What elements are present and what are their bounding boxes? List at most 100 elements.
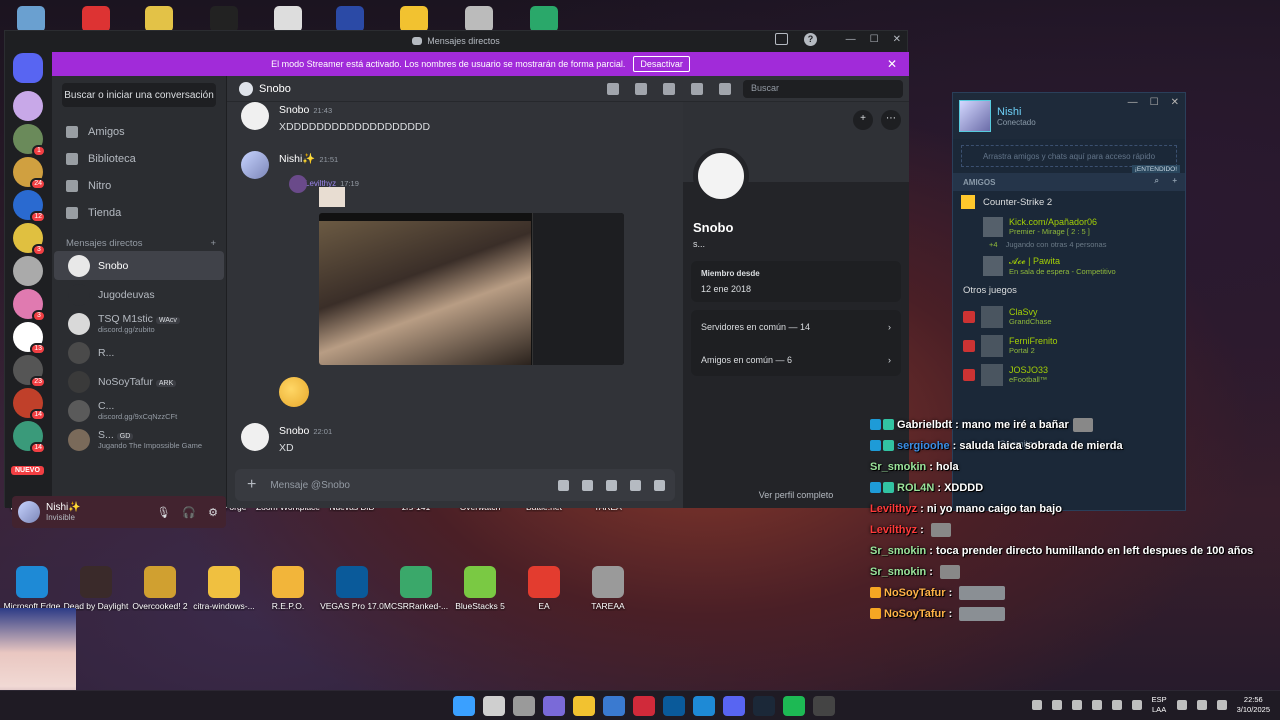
gif-icon[interactable] bbox=[582, 479, 593, 491]
avatar[interactable] bbox=[18, 501, 40, 523]
help-icon[interactable]: ? bbox=[804, 33, 817, 46]
dm-item[interactable]: Jugodeuvas bbox=[54, 280, 224, 309]
video-call-icon[interactable] bbox=[635, 83, 647, 95]
forwarded-image[interactable]: Levilthyz 17:19 bbox=[279, 173, 683, 365]
settings-gear-icon[interactable]: ⚙ bbox=[208, 506, 218, 519]
obs-icon[interactable] bbox=[813, 696, 835, 716]
search-icon[interactable] bbox=[483, 696, 505, 716]
message-composer[interactable]: + Mensaje @Snobo bbox=[235, 469, 675, 501]
deactivate-streamer-button[interactable]: Desactivar bbox=[633, 56, 690, 72]
dm-item[interactable]: S... GD Jugando The Impossible Game bbox=[54, 425, 224, 454]
app-icon-6[interactable] bbox=[400, 6, 428, 32]
add-friends-icon[interactable] bbox=[691, 83, 703, 95]
nav-nitro[interactable]: Nitro bbox=[60, 172, 218, 199]
server-icon[interactable]: 1 bbox=[13, 124, 46, 157]
file-explorer-icon[interactable] bbox=[573, 696, 595, 716]
server-icon[interactable] bbox=[13, 256, 43, 286]
app-icon-7[interactable] bbox=[465, 6, 493, 32]
app-icon-8[interactable] bbox=[530, 6, 558, 32]
pin-icon[interactable] bbox=[663, 83, 675, 95]
activity-icon[interactable] bbox=[654, 479, 665, 491]
dm-item[interactable]: Snobo bbox=[54, 251, 224, 280]
language-indicator[interactable]: ESP LAA bbox=[1152, 695, 1167, 715]
dm-item[interactable]: NoSoyTafur ARK bbox=[54, 367, 224, 396]
minimize-icon[interactable]: — bbox=[846, 34, 856, 45]
battery-icon[interactable] bbox=[1216, 700, 1227, 710]
profile-avatar[interactable] bbox=[693, 148, 749, 204]
app-icon-4[interactable] bbox=[274, 6, 302, 32]
clock[interactable]: 22:56 3/10/2025 bbox=[1237, 695, 1270, 715]
dm-item[interactable]: TSQ M1stic WAcv discord.gg/zubito bbox=[54, 309, 224, 338]
dm-item[interactable]: C... discord.gg/9xCqNzzCFt bbox=[54, 396, 224, 425]
chevron-up-icon[interactable] bbox=[1031, 700, 1042, 710]
mutual-friends-row[interactable]: Amigos en común — 6 › bbox=[691, 343, 901, 376]
server-icon[interactable]: 23 bbox=[13, 355, 46, 388]
microphone-icon[interactable]: 🎙 bbox=[156, 506, 170, 519]
inbox-icon[interactable] bbox=[775, 33, 788, 45]
maximize-icon[interactable]: ☐ bbox=[1150, 97, 1159, 108]
avatar[interactable] bbox=[241, 423, 269, 451]
vegas-icon[interactable] bbox=[663, 696, 685, 716]
steam-icon[interactable] bbox=[753, 696, 775, 716]
server-icon[interactable]: 14 bbox=[13, 421, 46, 454]
dm-item[interactable]: R... bbox=[54, 338, 224, 367]
desktop-shortcut[interactable]: TAREAA bbox=[568, 566, 648, 611]
server-icon[interactable]: 12 bbox=[13, 190, 46, 223]
store-icon[interactable] bbox=[603, 696, 625, 716]
discord-icon[interactable] bbox=[723, 696, 745, 716]
screenshot-image[interactable] bbox=[319, 213, 624, 365]
message-author[interactable]: Nishi✨ bbox=[279, 153, 315, 165]
steam-user-name[interactable]: Nishi bbox=[997, 106, 1036, 118]
new-badge[interactable]: NUEVO bbox=[11, 466, 44, 475]
server-icon[interactable]: 3 bbox=[13, 289, 46, 322]
copilot-icon[interactable] bbox=[543, 696, 565, 716]
attach-plus-icon[interactable]: + bbox=[247, 476, 256, 494]
message-author[interactable]: Snobo bbox=[279, 104, 309, 116]
nav-friends[interactable]: Amigos bbox=[60, 118, 218, 145]
emoji-icon[interactable] bbox=[630, 479, 641, 491]
profile-toggle-icon[interactable] bbox=[719, 83, 731, 95]
avatar[interactable] bbox=[241, 151, 269, 179]
avatar[interactable] bbox=[959, 100, 991, 132]
chat-search-input[interactable]: Buscar bbox=[743, 80, 903, 98]
discord-home-icon[interactable] bbox=[13, 53, 43, 83]
friend-row[interactable]: 𝓐𝓬𝓮 | Pawita En sala de espera - Competit… bbox=[953, 252, 1185, 279]
voice-call-icon[interactable] bbox=[607, 83, 619, 95]
app-icon-3[interactable] bbox=[210, 6, 238, 32]
mutual-servers-row[interactable]: Servidores en común — 14 › bbox=[691, 310, 901, 343]
opera-icon[interactable] bbox=[633, 696, 655, 716]
app-icon-5[interactable] bbox=[336, 6, 364, 32]
more-options-icon[interactable]: ⋯ bbox=[881, 110, 901, 130]
add-dm-icon[interactable]: + bbox=[210, 238, 216, 249]
message-input[interactable]: Mensaje @Snobo bbox=[270, 480, 350, 491]
app-icon-2[interactable] bbox=[145, 6, 173, 32]
tray-app-icon[interactable] bbox=[1111, 700, 1122, 710]
task-view-icon[interactable] bbox=[513, 696, 535, 716]
headphones-icon[interactable]: 🎧 bbox=[182, 506, 196, 519]
volume-icon[interactable] bbox=[1196, 700, 1207, 710]
tray-app-icon[interactable] bbox=[1071, 700, 1082, 710]
nav-library[interactable]: Biblioteca bbox=[60, 145, 218, 172]
close-notice-icon[interactable]: ✕ bbox=[887, 57, 897, 71]
tray-app-icon[interactable] bbox=[1051, 700, 1062, 710]
friend-row[interactable]: FerniFrenito Portal 2 bbox=[953, 331, 1185, 360]
game-group-cs2[interactable]: Counter-Strike 2 bbox=[953, 191, 1185, 213]
tray-app-icon[interactable] bbox=[1091, 700, 1102, 710]
friend-row[interactable]: ClaSvy GrandChase bbox=[953, 302, 1185, 331]
server-icon[interactable] bbox=[13, 91, 43, 121]
nav-store[interactable]: Tienda bbox=[60, 199, 218, 226]
maximize-icon[interactable]: ☐ bbox=[870, 34, 879, 45]
start-icon[interactable] bbox=[453, 696, 475, 716]
recycle-bin-icon[interactable] bbox=[17, 6, 45, 32]
close-icon[interactable]: ✕ bbox=[893, 34, 901, 45]
server-icon[interactable]: 14 bbox=[13, 388, 46, 421]
search-icon[interactable]: ⌕ bbox=[1155, 176, 1159, 186]
find-conversation-button[interactable]: Buscar o iniciar una conversación bbox=[62, 83, 216, 107]
minimize-icon[interactable]: — bbox=[1128, 97, 1138, 108]
gift-icon[interactable] bbox=[558, 479, 569, 491]
microphone-icon[interactable] bbox=[1131, 700, 1142, 710]
friend-row[interactable]: Kick.com/Apañador06 Premier - Mirage [ 2 … bbox=[953, 213, 1185, 240]
spotify-icon[interactable] bbox=[783, 696, 805, 716]
add-friend-icon[interactable]: + bbox=[853, 110, 873, 130]
server-icon[interactable]: 3 bbox=[13, 223, 46, 256]
